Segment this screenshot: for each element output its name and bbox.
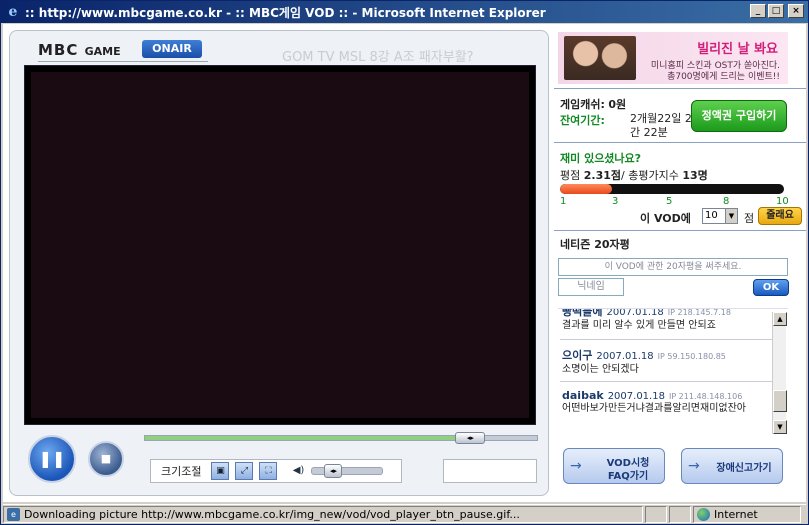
list-item: daibak 2007.01.18 IP 211.48.148.106 어떤바보가만…	[562, 389, 746, 414]
rating-fill	[560, 184, 612, 194]
vote-unit: 점	[744, 212, 755, 225]
divider	[560, 339, 774, 340]
window-title: :: http://www.mbcgame.co.kr - :: MBC게임 V…	[25, 5, 546, 20]
pause-button[interactable]: ❚❚	[28, 435, 76, 483]
comment-input[interactable]: 이 VOD에 관한 20자평을 써주세요.	[558, 258, 788, 276]
status-cell	[669, 506, 691, 523]
vod-faq-button[interactable]: → VOD시청 FAQ가기	[563, 448, 665, 484]
vote-label: 이 VOD에	[640, 212, 691, 225]
security-zone: Internet	[693, 506, 801, 523]
ie-logo-icon: e	[8, 4, 18, 20]
title-bar: e :: http://www.mbcgame.co.kr - :: MBC게임…	[1, 1, 808, 23]
netizen-title: 네티즌 20자평	[560, 238, 630, 251]
divider	[554, 88, 806, 89]
globe-icon	[697, 508, 710, 521]
divider	[560, 381, 774, 382]
volume-thumb[interactable]: ◂▸	[324, 464, 343, 478]
vote-button[interactable]: 줄래요	[758, 207, 802, 225]
scroll-thumb[interactable]	[773, 390, 787, 412]
speaker-icon[interactable]: ◀)	[291, 464, 305, 478]
banner-headline: 빌리진 날 봐요	[697, 42, 778, 57]
logo-divider	[38, 61, 208, 62]
tick-label: 1	[560, 196, 567, 207]
banner-photo	[564, 36, 636, 80]
video-screen[interactable]	[24, 65, 536, 425]
remain-label: 잔여기간:	[560, 114, 605, 127]
tick-label: 5	[666, 196, 673, 207]
report-issue-button[interactable]: → 장애신고가기	[681, 448, 783, 484]
maximize-button[interactable]: □	[768, 4, 784, 18]
mbcgame-logo: MBC GAME	[38, 41, 121, 59]
rating-bar	[560, 184, 784, 194]
divider	[554, 230, 806, 231]
arrow-right-icon: →	[570, 458, 582, 474]
ok-button[interactable]: OK	[753, 279, 789, 296]
close-button[interactable]: ×	[788, 4, 804, 18]
onair-button[interactable]: ONAIR	[142, 40, 202, 58]
size-fullscreen-icon[interactable]: ⛶	[259, 462, 278, 480]
seek-thumb[interactable]: ◂▸	[455, 432, 486, 444]
arrow-right-icon: →	[688, 458, 700, 474]
status-bar: e Downloading picture http://www.mbcgame…	[3, 504, 806, 524]
volume-slider[interactable]: ◂▸	[311, 464, 384, 478]
size-enlarge-icon[interactable]: ⤢	[235, 462, 254, 480]
divider	[554, 142, 806, 143]
nickname-input[interactable]: 닉네임	[558, 278, 624, 296]
status-text: e Downloading picture http://www.mbcgame…	[3, 506, 643, 523]
buy-pass-button[interactable]: 정액권 구입하기	[691, 100, 787, 132]
page-content: MBC GAME ONAIR GOM TV MSL 8강 A조 패자부활? ❚❚…	[3, 24, 806, 502]
size-label: 크기조절	[161, 465, 202, 478]
scroll-down-icon[interactable]: ▼	[773, 420, 787, 434]
tick-label: 8	[723, 196, 730, 207]
tick-label: 3	[612, 196, 619, 207]
seek-bar[interactable]: ◂▸	[144, 432, 538, 444]
side-panel: 빌리진 날 봐요 미니홈피 스킨과 OST가 쏟아진다. 총700명에게 드리는…	[554, 24, 806, 502]
chevron-down-icon: ▼	[725, 209, 737, 223]
status-cell	[645, 506, 667, 523]
comment-scrollbar[interactable]: ▲ ▼	[772, 312, 787, 434]
info-box	[443, 459, 537, 483]
size-normal-icon[interactable]: ▣	[211, 462, 230, 480]
game-cash: 게임캐쉬: 0원	[560, 98, 627, 111]
score-summary: 평점 2.31점/ 총평가지수 13명	[560, 169, 708, 182]
list-item: 빵떡들에 2007.01.18 IP 218.145.7.18 결과를 미리 알수 …	[562, 308, 731, 331]
tick-label: 10	[776, 196, 789, 207]
list-item: 으이구 2007.01.18 IP 59.150.180.85 소명이는 안되겠다	[562, 349, 726, 375]
page-loading-icon: e	[7, 508, 20, 521]
banner-line-2: 총700명에게 드리는 이벤트!!	[667, 72, 780, 82]
control-bar: 크기조절 ▣ ⤢ ⛶ ◀) ◂▸	[150, 459, 402, 483]
vote-score-select[interactable]: 10 ▼	[702, 208, 738, 224]
comment-list: 빵떡들에 2007.01.18 IP 218.145.7.18 결과를 미리 알수 …	[558, 308, 788, 434]
scroll-up-icon[interactable]: ▲	[773, 312, 787, 326]
browser-window: e :: http://www.mbcgame.co.kr - :: MBC게임…	[0, 0, 809, 525]
video-title: GOM TV MSL 8강 A조 패자부활?	[282, 50, 474, 65]
seek-fill	[145, 436, 471, 440]
rating-title: 재미 있으셨나요?	[560, 152, 642, 165]
minimize-button[interactable]: _	[750, 4, 766, 18]
ad-banner[interactable]: 빌리진 날 봐요 미니홈피 스킨과 OST가 쏟아진다. 총700명에게 드리는…	[558, 32, 788, 84]
stop-button[interactable]: ■	[88, 441, 124, 477]
rating-ticks: 1 3 5 8 10	[560, 196, 792, 208]
vod-player: MBC GAME ONAIR GOM TV MSL 8강 A조 패자부활? ❚❚…	[9, 30, 549, 496]
